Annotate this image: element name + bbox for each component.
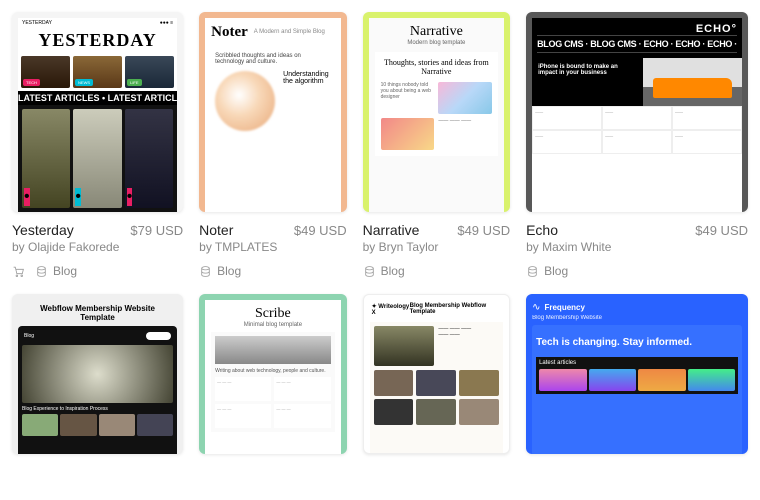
tag-blog[interactable]: Blog bbox=[35, 264, 77, 278]
thumb-sub: Blog Membership Website bbox=[532, 315, 742, 321]
thumb-band: LATEST ARTICLES • LATEST ARTICL bbox=[18, 91, 177, 105]
tag-blog[interactable]: Blog bbox=[526, 264, 568, 278]
template-title[interactable]: Noter bbox=[199, 222, 233, 238]
wave-icon: ∿ bbox=[532, 302, 540, 313]
template-thumbnail[interactable]: YESTERDAY●●● ≡ YESTERDAY TECH NEWS LIFE … bbox=[12, 12, 183, 212]
template-thumbnail[interactable]: Noter A Modern and Simple Blog Scribbled… bbox=[199, 12, 346, 212]
template-thumbnail[interactable]: ECHO° BLOG CMS · BLOG CMS · ECHO · ECHO … bbox=[526, 12, 748, 212]
thumb-logo: Frequency bbox=[544, 303, 584, 312]
thumb-sub: Minimal blog template bbox=[211, 322, 334, 328]
template-card[interactable]: Scribe Minimal blog template Writing abo… bbox=[199, 294, 346, 454]
template-title[interactable]: Echo bbox=[526, 222, 558, 238]
thumb-tagline: Scribbled thoughts and ideas on technolo… bbox=[215, 53, 330, 65]
template-author[interactable]: by Bryn Taylor bbox=[363, 240, 510, 254]
thumb-logo: ECHO° bbox=[537, 23, 737, 35]
thumb-hero: iPhone is bound to make an impact in you… bbox=[532, 58, 643, 106]
cart-icon bbox=[12, 265, 25, 278]
template-price: $49 USD bbox=[294, 223, 347, 238]
thumb-logo: Scribe bbox=[211, 306, 334, 322]
thumb-sub: Modern blog template bbox=[375, 40, 498, 46]
template-author[interactable]: by TMPLATES bbox=[199, 240, 346, 254]
template-price: $79 USD bbox=[130, 223, 183, 238]
cms-icon bbox=[363, 265, 376, 278]
template-author[interactable]: by Olajide Fakorede bbox=[12, 240, 183, 254]
template-thumbnail[interactable]: Scribe Minimal blog template Writing abo… bbox=[199, 294, 346, 454]
thumb-heading: Blog Membership Webflow Template bbox=[410, 303, 501, 316]
template-card[interactable]: Webflow Membership Website Template Blog… bbox=[12, 294, 183, 454]
thumb-logo: Noter bbox=[211, 24, 248, 41]
template-card[interactable]: ✦ Writeology X Blog Membership Webflow T… bbox=[363, 294, 510, 454]
template-card[interactable]: YESTERDAY●●● ≡ YESTERDAY TECH NEWS LIFE … bbox=[12, 12, 183, 278]
thumb-marquee: BLOG CMS · BLOG CMS · ECHO · ECHO · ECHO… bbox=[537, 35, 737, 53]
template-card[interactable]: Narrative Modern blog template Thoughts,… bbox=[363, 12, 510, 278]
cms-icon bbox=[35, 265, 48, 278]
thumb-logo: Narrative bbox=[375, 24, 498, 40]
thumb-heading: Webflow Membership Website Template bbox=[18, 300, 177, 326]
template-thumbnail[interactable]: Webflow Membership Website Template Blog… bbox=[12, 294, 183, 454]
thumb-hero: Thoughts, stories and ideas from Narrati… bbox=[381, 58, 492, 76]
template-thumbnail[interactable]: ✦ Writeology X Blog Membership Webflow T… bbox=[363, 294, 510, 454]
template-price: $49 USD bbox=[457, 223, 510, 238]
thumb-article: Understanding the algorithm bbox=[283, 71, 330, 85]
template-thumbnail[interactable]: ∿ Frequency Blog Membership Website Tech… bbox=[526, 294, 748, 454]
template-thumbnail[interactable]: Narrative Modern blog template Thoughts,… bbox=[363, 12, 510, 212]
cms-icon bbox=[526, 265, 539, 278]
tag-blog[interactable]: Blog bbox=[199, 264, 241, 278]
template-title[interactable]: Narrative bbox=[363, 222, 420, 238]
template-card[interactable]: ∿ Frequency Blog Membership Website Tech… bbox=[526, 294, 748, 454]
template-card[interactable]: ECHO° BLOG CMS · BLOG CMS · ECHO · ECHO … bbox=[526, 12, 748, 278]
template-title[interactable]: Yesterday bbox=[12, 222, 74, 238]
template-author[interactable]: by Maxim White bbox=[526, 240, 748, 254]
template-grid: YESTERDAY●●● ≡ YESTERDAY TECH NEWS LIFE … bbox=[12, 12, 748, 454]
tag-blog[interactable]: Blog bbox=[363, 264, 405, 278]
thumb-sub: A Modern and Simple Blog bbox=[254, 29, 325, 36]
thumb-hero: Tech is changing. Stay informed. bbox=[536, 337, 738, 349]
template-card[interactable]: Noter A Modern and Simple Blog Scribbled… bbox=[199, 12, 346, 278]
cms-icon bbox=[199, 265, 212, 278]
template-price: $49 USD bbox=[695, 223, 748, 238]
thumb-logo: ✦ Writeology X bbox=[372, 303, 410, 316]
thumb-heading: YESTERDAY bbox=[18, 30, 177, 51]
